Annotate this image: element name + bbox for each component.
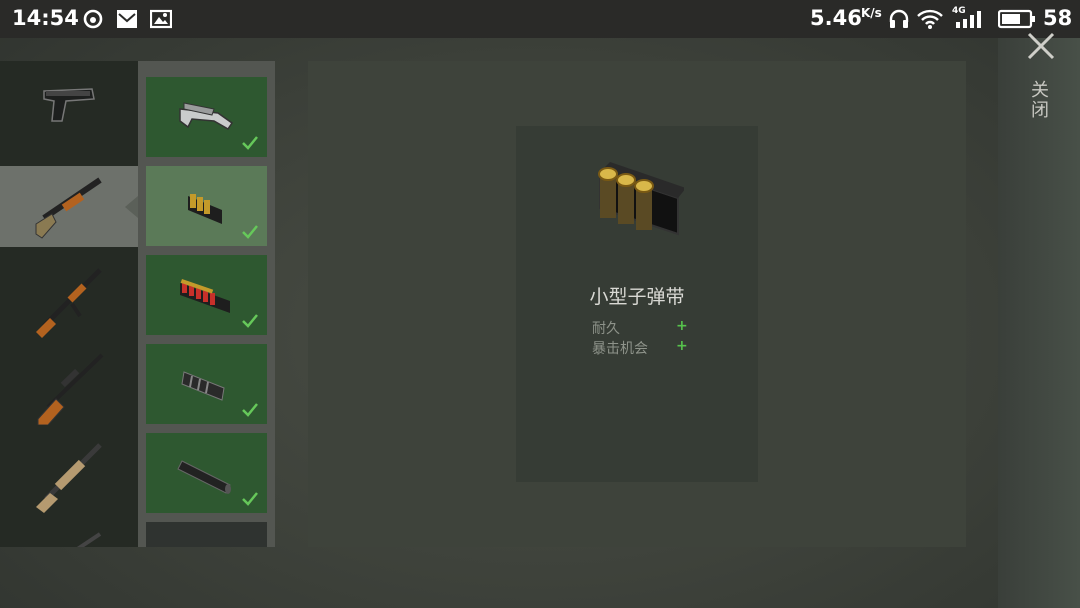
close-icon[interactable] [1026,31,1056,61]
weapon-ak-rifle[interactable] [0,254,138,338]
stat-label: 耐久 [592,321,620,337]
stat-row-crit-chance: 暴击机会 + [592,338,688,358]
ak-rifle-icon [36,268,102,338]
pistol-icon [43,88,95,122]
image-icon [150,9,172,29]
suppressor-icon [177,460,231,494]
attachment-list [138,61,275,547]
attachment-locked[interactable] [146,522,267,547]
check-icon [242,492,258,506]
signal-icon [956,11,981,28]
status-time: 14:54 [12,6,79,30]
shotgun-icon [35,177,102,239]
attachment-small-shell-holder[interactable] [146,166,267,246]
check-icon [242,403,258,417]
item-name: 小型子弹带 [589,286,685,308]
weapon-list [0,61,138,547]
headphones-icon [889,9,909,28]
net-speed: 5.46 [810,6,862,30]
attachment-muzzle-brake[interactable] [146,344,267,424]
shell-holder-icon [188,194,222,224]
small-shell-holder-icon [598,162,684,236]
item-detail-card: 小型子弹带 耐久 + 暴击机会 + [516,126,758,482]
close-button-label[interactable]: 关闭 [1028,80,1051,120]
shell-belt-icon [180,279,230,313]
weapon-rifle-partial[interactable] [0,516,138,547]
mail-icon [117,10,137,28]
wifi-icon [917,9,943,29]
selection-arrow [125,196,138,218]
stat-label: 暴击机会 [592,341,648,357]
attachment-shell-belt[interactable] [146,255,267,335]
weapon-shotgun[interactable] [0,166,138,247]
stat-plus: + [676,318,688,334]
check-icon [242,136,258,150]
check-icon [242,225,258,239]
stock-attachment-icon [179,102,234,130]
sniper-rifle-icon [37,353,104,425]
muzzle-brake-icon [181,371,225,401]
attachment-stock[interactable] [146,77,267,157]
right-strip [998,38,1080,608]
attachment-suppressor[interactable] [146,433,267,513]
stat-row-durability: 耐久 + [592,318,688,338]
stat-plus: + [676,338,688,354]
battery-icon [998,9,1035,29]
scar-rifle-icon [36,443,102,513]
weapon-scar-rifle[interactable] [0,429,138,513]
rifle-partial-icon [76,532,102,547]
weibo-icon [83,9,103,29]
status-bar: 14:54 5.46 K/s 4G 58 [0,0,1080,38]
battery-level: 58 [1043,6,1073,30]
weapon-sniper-rifle[interactable] [0,341,138,425]
check-icon [242,314,258,328]
net-unit: K/s [861,6,882,20]
weapon-pistol[interactable] [0,61,138,142]
